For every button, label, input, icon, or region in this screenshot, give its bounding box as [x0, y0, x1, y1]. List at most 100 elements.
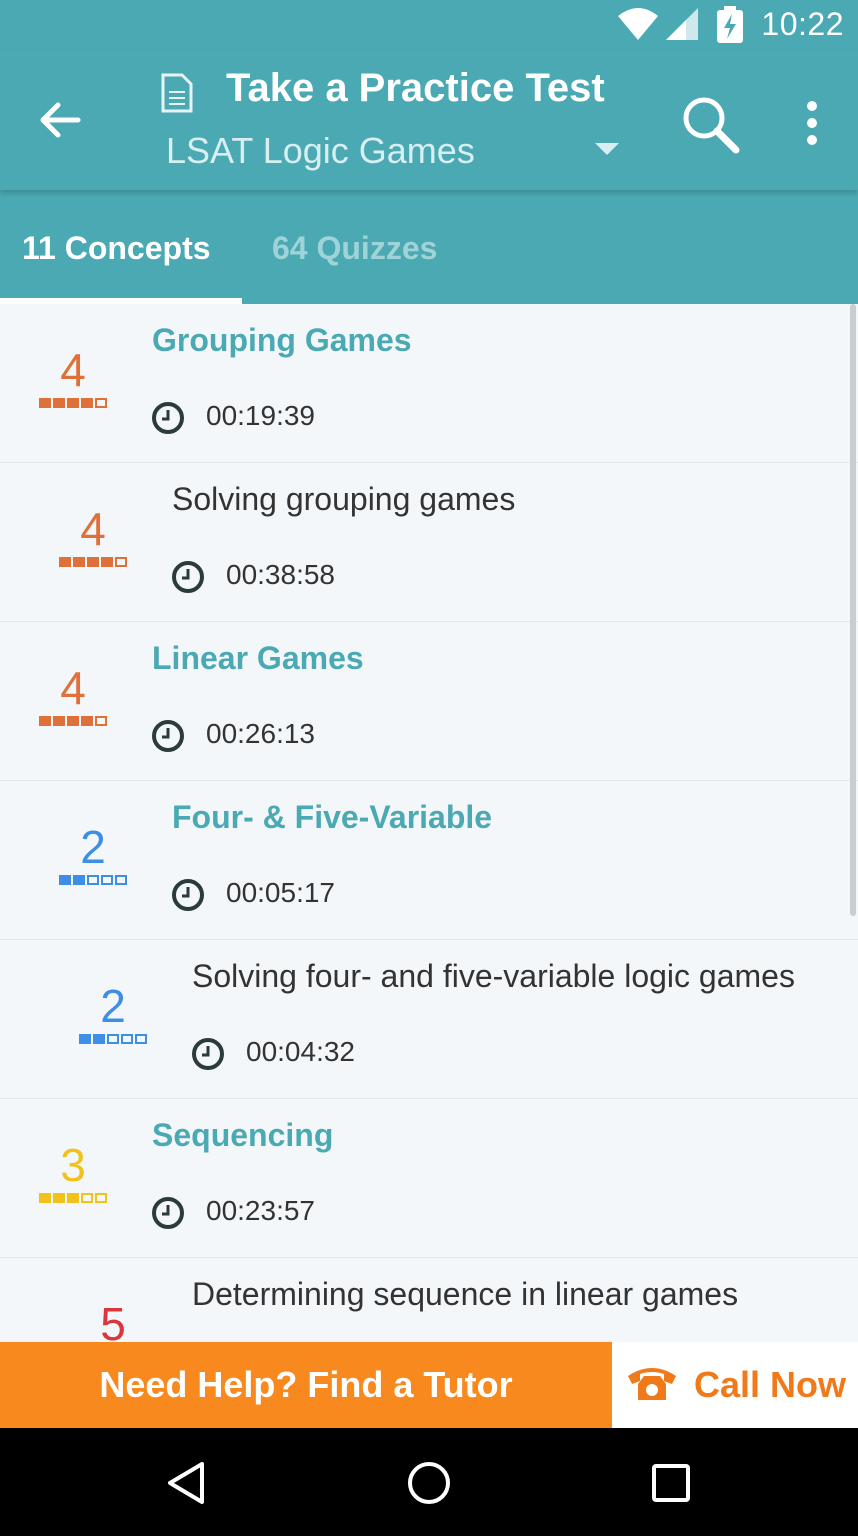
- level-number: 4: [60, 662, 86, 714]
- level-box: [81, 716, 93, 726]
- nav-recents-icon[interactable]: [646, 1458, 696, 1508]
- list-item[interactable]: 4 Linear Games 00:26:13: [0, 622, 858, 781]
- clock-icon: [172, 879, 204, 911]
- level-box: [73, 557, 85, 567]
- level-number: 5: [100, 1298, 126, 1342]
- level-box: [101, 557, 113, 567]
- app-bar: Take a Practice Test LSAT Logic Games: [0, 50, 858, 190]
- list-item[interactable]: 3 Sequencing 00:23:57: [0, 1099, 858, 1258]
- page-title: Take a Practice Test: [226, 66, 605, 110]
- nav-home-icon[interactable]: [404, 1458, 454, 1508]
- level-box: [53, 398, 65, 408]
- clock-icon: [192, 1038, 224, 1070]
- level-box: [81, 1193, 93, 1203]
- status-time: 10:22: [761, 6, 844, 42]
- signal-icon: [666, 8, 698, 40]
- level-number: 4: [80, 503, 106, 555]
- nav-back-icon[interactable]: [162, 1458, 212, 1508]
- level-box: [67, 1193, 79, 1203]
- level-indicator: 4: [48, 503, 138, 567]
- level-box: [107, 1034, 119, 1044]
- wifi-icon: [618, 8, 658, 40]
- search-icon[interactable]: [676, 90, 746, 160]
- concept-title: Sequencing: [152, 1117, 334, 1153]
- list-item[interactable]: 2 Four- & Five-Variable 00:05:17: [0, 781, 858, 940]
- concept-title: Grouping Games: [152, 322, 412, 358]
- call-now-button[interactable]: Call Now: [612, 1342, 858, 1428]
- back-arrow-icon[interactable]: [30, 90, 90, 150]
- status-bar: 10:22: [0, 0, 858, 50]
- duration-text: 00:05:17: [226, 877, 335, 908]
- level-indicator: 3: [28, 1139, 118, 1203]
- concept-list: 4 Grouping Games 00:19:39 4 Solving grouping…: [0, 304, 858, 1342]
- level-box: [53, 716, 65, 726]
- level-number: 4: [60, 344, 86, 396]
- clock-icon: [152, 402, 184, 434]
- level-boxes: [48, 557, 138, 567]
- level-box: [93, 1034, 105, 1044]
- level-box: [121, 1034, 133, 1044]
- find-tutor-button[interactable]: Need Help? Find a Tutor: [0, 1342, 612, 1428]
- level-indicator: 2: [68, 980, 158, 1044]
- tab-bar: 11 Concepts 64 Quizzes: [0, 190, 858, 304]
- lesson-title: Solving four- and five-variable logic ga…: [192, 958, 795, 994]
- clock-icon: [152, 720, 184, 752]
- more-vert-icon[interactable]: [790, 90, 834, 160]
- duration-text: 00:23:57: [206, 1195, 315, 1226]
- level-number: 3: [60, 1139, 86, 1191]
- call-now-label: Call Now: [694, 1364, 847, 1405]
- level-box: [95, 398, 107, 408]
- dropdown-icon[interactable]: [594, 142, 620, 156]
- list-item[interactable]: 4 Solving grouping games 00:38:58: [0, 463, 858, 622]
- level-box: [59, 875, 71, 885]
- battery-charging-icon: [717, 6, 743, 43]
- concept-title: Four- & Five-Variable: [172, 799, 493, 835]
- level-box: [87, 875, 99, 885]
- phone-icon: [628, 1368, 676, 1400]
- level-box: [79, 1034, 91, 1044]
- level-box: [95, 716, 107, 726]
- duration-text: 00:38:58: [226, 559, 335, 590]
- tab-concepts[interactable]: 11 Concepts: [22, 230, 211, 267]
- level-box: [73, 875, 85, 885]
- list-item[interactable]: 2 Solving four- and five-variable logic g…: [0, 940, 858, 1099]
- duration-text: 00:26:13: [206, 718, 315, 749]
- level-box: [81, 398, 93, 408]
- level-box: [39, 1193, 51, 1203]
- level-box: [53, 1193, 65, 1203]
- level-number: 2: [100, 980, 126, 1032]
- level-box: [101, 875, 113, 885]
- document-icon: [161, 73, 193, 113]
- lesson-title: Determining sequence in linear games: [192, 1276, 739, 1312]
- duration-text: 00:04:32: [246, 1036, 355, 1067]
- level-box: [59, 557, 71, 567]
- level-number: 2: [80, 821, 106, 873]
- level-box: [115, 875, 127, 885]
- level-boxes: [48, 875, 138, 885]
- system-nav-bar: [0, 1428, 858, 1536]
- scrollbar[interactable]: [850, 304, 856, 916]
- level-indicator: 2: [48, 821, 138, 885]
- level-box: [39, 716, 51, 726]
- level-box: [67, 398, 79, 408]
- level-box: [135, 1034, 147, 1044]
- level-boxes: [28, 716, 118, 726]
- tutor-banner: Need Help? Find a Tutor Call Now: [0, 1342, 858, 1428]
- level-box: [95, 1193, 107, 1203]
- level-boxes: [28, 398, 118, 408]
- clock-icon: [152, 1197, 184, 1229]
- level-box: [67, 716, 79, 726]
- level-boxes: [28, 1193, 118, 1203]
- level-box: [115, 557, 127, 567]
- level-indicator: 4: [28, 344, 118, 408]
- list-item[interactable]: 5 Determining sequence in linear games: [0, 1258, 858, 1342]
- list-item[interactable]: 4 Grouping Games 00:19:39: [0, 304, 858, 463]
- course-selector[interactable]: LSAT Logic Games: [166, 130, 475, 172]
- level-box: [39, 398, 51, 408]
- level-box: [87, 557, 99, 567]
- level-boxes: [68, 1034, 158, 1044]
- level-indicator: 4: [28, 662, 118, 726]
- clock-icon: [172, 561, 204, 593]
- level-indicator: 5: [68, 1298, 158, 1342]
- tab-quizzes[interactable]: 64 Quizzes: [272, 230, 437, 267]
